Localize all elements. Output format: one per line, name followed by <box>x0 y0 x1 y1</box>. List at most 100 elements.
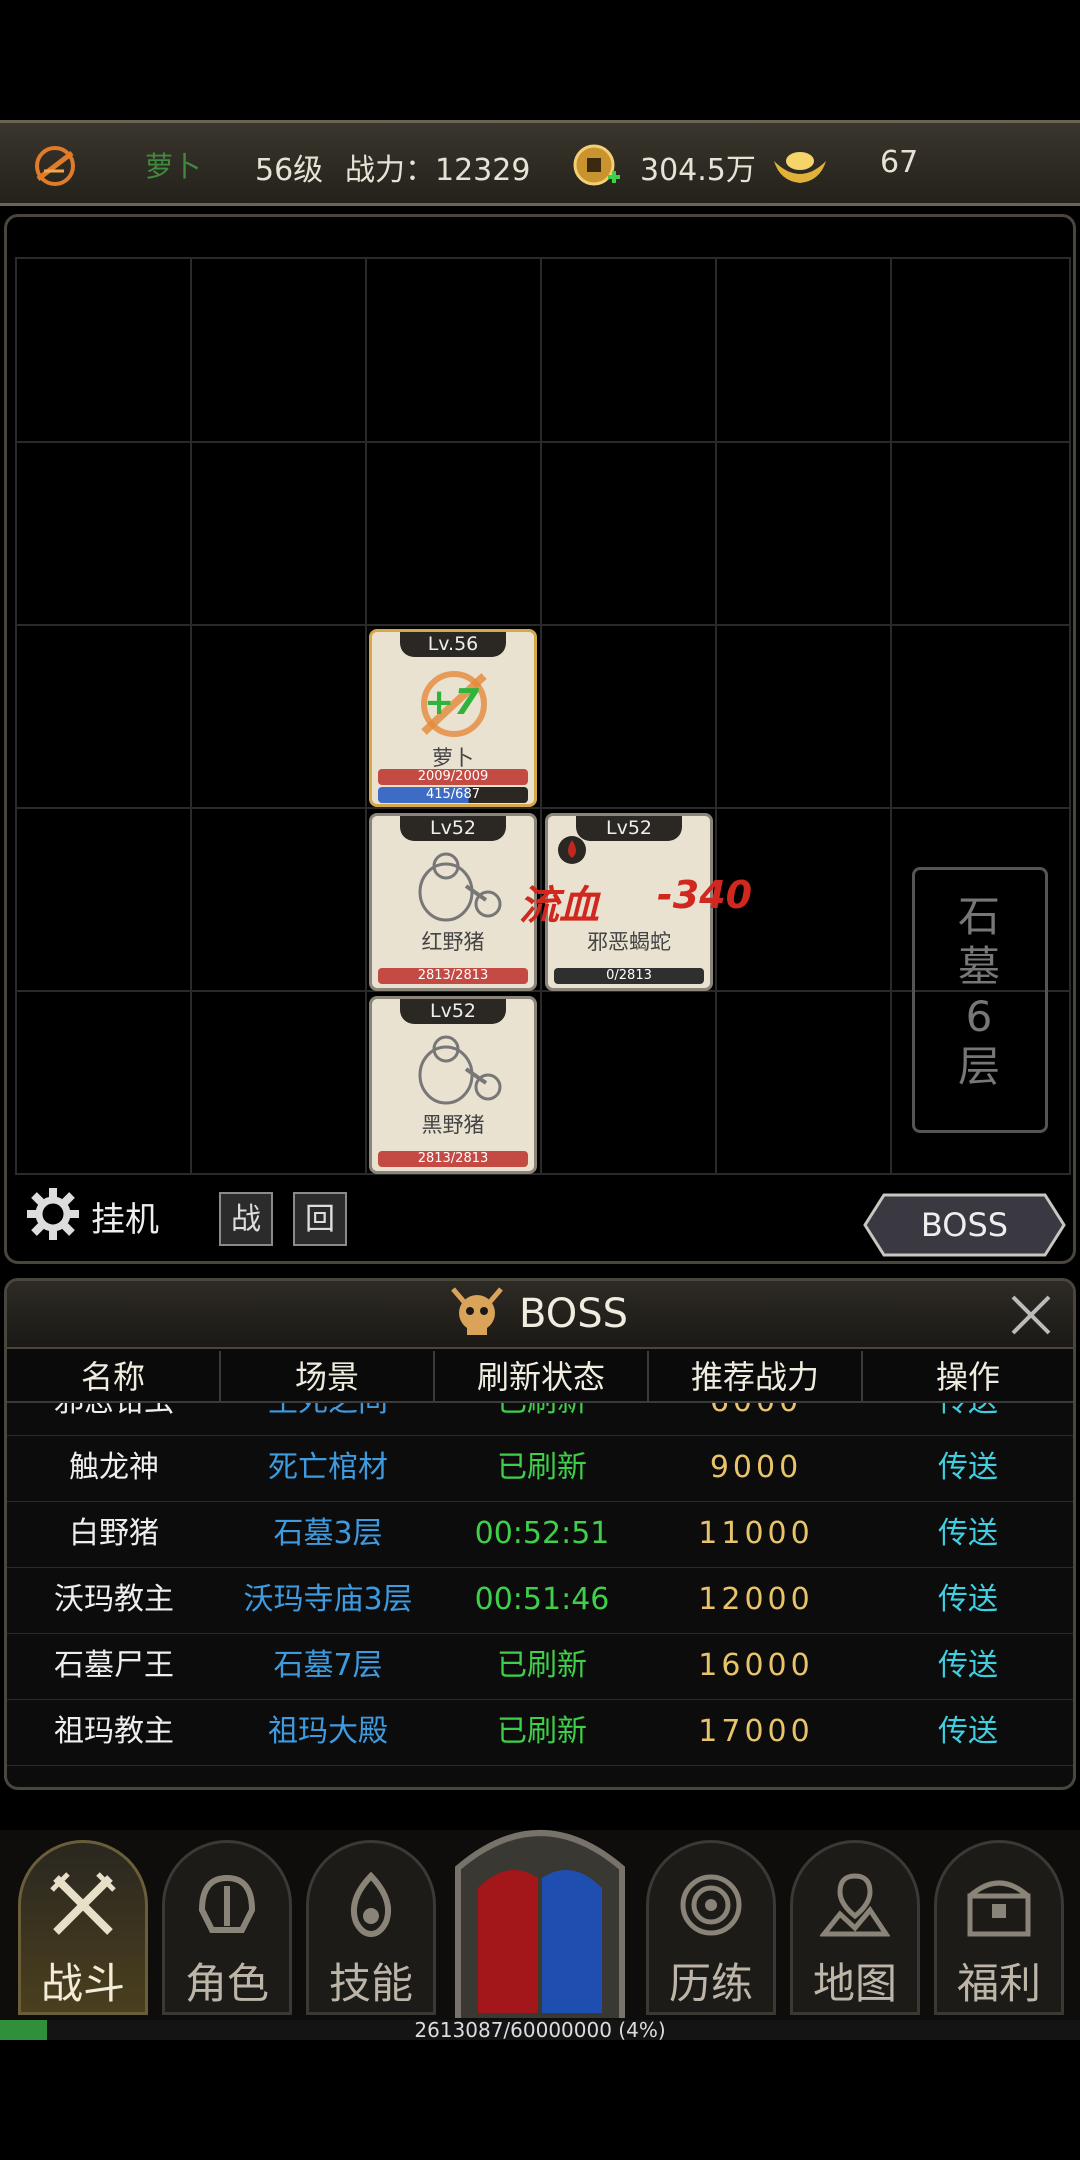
nav-skills[interactable]: 技能 <box>306 1840 436 2015</box>
boss-scene[interactable]: 沃玛寺庙3层 <box>221 1567 435 1633</box>
boss-name: 祖玛教主 <box>54 1714 174 1749</box>
nav-training[interactable]: 历练 <box>646 1840 776 2015</box>
boss-button[interactable]: BOSS <box>862 1192 1067 1258</box>
combat-power: 战力：12329 <box>345 153 531 188</box>
nav-label: 角色 <box>184 1959 269 2008</box>
table-row: 石墓尸王 石墓7层 已刷新 16000 传送 <box>7 1633 1073 1700</box>
teleport-link[interactable]: 传送 <box>863 1403 1073 1435</box>
player-card-level: Lv.56 <box>400 632 506 657</box>
teleport-link[interactable]: 传送 <box>863 1699 1073 1765</box>
nav-welfare[interactable]: 福利 <box>934 1840 1064 2015</box>
location-scroll: 石墓6层 <box>912 867 1048 1133</box>
boss-power: 12000 <box>698 1582 814 1617</box>
teleport-link[interactable]: 传送 <box>863 1435 1073 1501</box>
col-header-power: 推荐战力 <box>649 1351 863 1403</box>
fight-button[interactable]: 战 <box>219 1192 273 1246</box>
demon-skull-icon <box>451 1287 503 1335</box>
boss-name: 白野猪 <box>69 1516 159 1551</box>
boss-list-panel: BOSS 名称 场景 刷新状态 推荐战力 操作 邪恶钳虫 生死之间 已刷新 60… <box>4 1278 1076 1790</box>
col-header-name: 名称 <box>7 1351 221 1403</box>
boss-status: 已刷新 <box>497 1648 587 1683</box>
bleed-status-icon <box>556 834 588 866</box>
table-row: 白野猪 石墓3层 00:52:51 11000 传送 <box>7 1501 1073 1568</box>
player-card-name: 萝卜 <box>432 746 474 770</box>
boss-name: 沃玛教主 <box>54 1582 174 1617</box>
boss-scene[interactable]: 死亡棺材 <box>221 1435 435 1501</box>
col-header-action: 操作 <box>935 1358 1000 1396</box>
boss-power: 17000 <box>698 1714 814 1749</box>
teleport-link[interactable]: 传送 <box>863 1567 1073 1633</box>
spiral-icon <box>680 1874 742 1936</box>
boss-scene[interactable]: 祖玛大殿 <box>221 1699 435 1765</box>
exp-text: 2613087/60000000 (4%) <box>414 2018 666 2042</box>
coin-icon[interactable] <box>572 141 622 191</box>
boss-button-label: BOSS <box>920 1206 1009 1244</box>
nav-battle[interactable]: 战斗 <box>18 1840 148 2015</box>
boss-status: 已刷新 <box>497 1450 587 1485</box>
nav-character[interactable]: 角色 <box>162 1840 292 2015</box>
enemy-level: Lv52 <box>576 816 682 841</box>
boss-scene[interactable]: 石墓7层 <box>221 1633 435 1699</box>
enemy-hp-bar: 2813/2813 <box>378 968 528 984</box>
player-level: 56级 <box>255 153 324 188</box>
table-row: 祖玛教主 祖玛大殿 已刷新 17000 传送 <box>7 1699 1073 1766</box>
boss-power: 6000 <box>649 1403 863 1435</box>
player-card[interactable]: Lv.56 +7 萝卜 2009/2009 415/687 <box>369 629 537 807</box>
enemy-card[interactable]: Lv52 黑野猪 2813/2813 <box>369 996 537 1174</box>
boss-status: 已刷新 <box>497 1714 587 1749</box>
map-pin-icon <box>820 1873 890 1937</box>
player-mp-bar: 415/687 <box>378 787 528 803</box>
enemy-hp-bar: 2813/2813 <box>378 1151 528 1167</box>
return-button[interactable]: 回 <box>293 1192 347 1246</box>
ingot-amount: 67 <box>880 145 919 180</box>
flame-icon <box>350 1871 392 1938</box>
chest-icon <box>967 1880 1031 1937</box>
boss-name: 触龙神 <box>69 1450 159 1485</box>
portal-gate[interactable] <box>448 1808 632 2018</box>
col-header-status: 刷新状态 <box>435 1351 649 1403</box>
enemy-card[interactable]: Lv52 红野猪 2813/2813 <box>369 813 537 991</box>
damage-floating-text: -340 <box>657 873 753 917</box>
boss-table-body[interactable]: 邪恶钳虫 生死之间 已刷新 6000 传送 触龙神 死亡棺材 已刷新 9000 … <box>7 1403 1073 1787</box>
buff-value: +7 <box>424 682 480 723</box>
boss-status: 00:51:46 <box>474 1582 610 1617</box>
boss-panel-header: BOSS <box>7 1281 1073 1349</box>
player-hp-bar: 2009/2009 <box>378 769 528 785</box>
boss-power: 16000 <box>698 1648 814 1683</box>
location-text: 石墓6层 <box>957 892 1000 1091</box>
nav-label: 技能 <box>328 1959 413 2008</box>
enemy-name: 黑野猪 <box>421 1113 485 1137</box>
class-emblem-icon[interactable] <box>30 141 80 191</box>
nav-label: 地图 <box>812 1959 897 2008</box>
nav-map[interactable]: 地图 <box>790 1840 920 2015</box>
coin-amount: 304.5万 <box>640 153 756 188</box>
boar-monster-icon <box>402 1029 506 1109</box>
player-name: 萝卜 <box>145 150 202 183</box>
boss-scene[interactable]: 生死之间 <box>221 1403 435 1435</box>
gear-icon <box>27 1188 79 1240</box>
boss-status: 00:52:51 <box>474 1516 610 1551</box>
enemy-hp-bar: 0/2813 <box>554 968 704 984</box>
boss-panel-title: BOSS <box>519 1291 629 1337</box>
teleport-link[interactable]: 传送 <box>863 1633 1073 1699</box>
boss-name: 石墓尸王 <box>54 1648 174 1683</box>
enemy-level: Lv52 <box>400 999 506 1024</box>
boss-scene[interactable]: 石墓3层 <box>221 1501 435 1567</box>
boss-power: 11000 <box>698 1516 814 1551</box>
enemy-name: 红野猪 <box>421 930 485 954</box>
table-row: 沃玛教主 沃玛寺庙3层 00:51:46 12000 传送 <box>7 1567 1073 1634</box>
crossed-swords-icon <box>50 1872 116 1935</box>
boss-power: 9000 <box>709 1450 803 1485</box>
nav-label: 历练 <box>668 1959 753 2008</box>
boar-monster-icon <box>402 846 506 926</box>
col-header-scene: 场景 <box>221 1351 435 1403</box>
auto-battle-toggle[interactable]: 挂机 <box>25 1184 185 1244</box>
helmet-icon <box>198 1874 256 1933</box>
gold-ingot-icon <box>770 147 830 187</box>
enemy-level: Lv52 <box>400 816 506 841</box>
table-row: 触龙神 死亡棺材 已刷新 9000 传送 <box>7 1435 1073 1502</box>
teleport-link[interactable]: 传送 <box>863 1501 1073 1567</box>
battle-map: Lv.56 +7 萝卜 2009/2009 415/687 Lv52 红野猪 2… <box>4 214 1076 1264</box>
auto-battle-label: 挂机 <box>91 1200 159 1240</box>
close-icon[interactable] <box>1009 1293 1053 1337</box>
